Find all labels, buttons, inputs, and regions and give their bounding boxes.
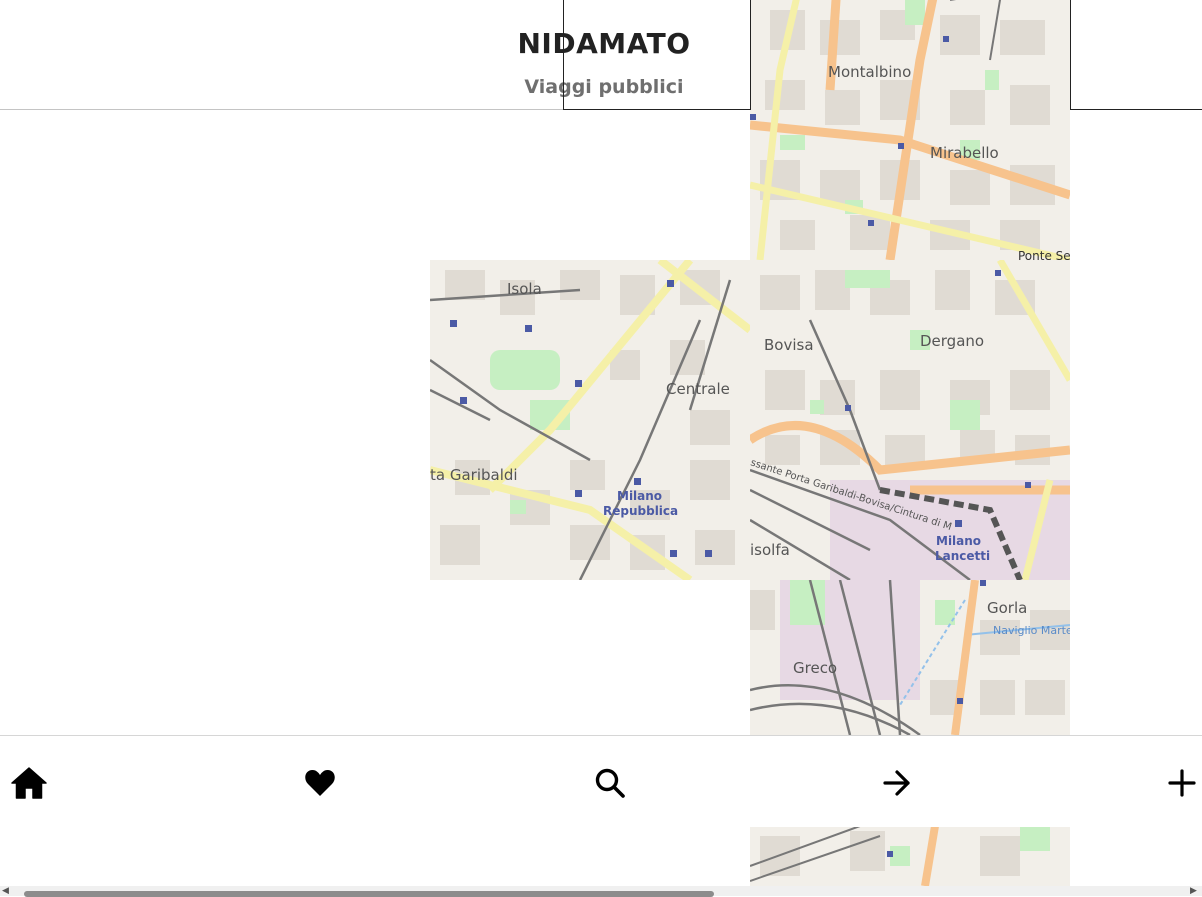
- map-tile-graphic: Greco Gorla Naviglio Marte: [750, 580, 1070, 735]
- map-tile-graphic: Montalbino Mirabello Ponte Se: [750, 0, 1070, 260]
- map-label-ponte-se: Ponte Se: [1018, 249, 1070, 260]
- map-tile-graphic: Isola Centrale ta Garibaldi Milano Repub…: [430, 260, 750, 580]
- map-label-isolfa: isolfa: [750, 541, 790, 559]
- home-icon: [11, 767, 47, 799]
- map-label-gorla: Gorla: [987, 599, 1027, 617]
- map-label-lancetti-line1: Milano: [936, 534, 981, 548]
- map-label-greco: Greco: [793, 659, 837, 677]
- map-label-centrale: Centrale: [666, 380, 730, 398]
- map-tile-graphic: Bovisa Dergano isolfa Milano Lancetti ss…: [750, 260, 1070, 580]
- map-label-mirabello: Mirabello: [930, 144, 999, 162]
- map-frame-right: [1070, 0, 1202, 110]
- map-label-lancetti-line2: Lancetti: [935, 549, 990, 563]
- map-tile-bovisa[interactable]: Bovisa Dergano isolfa Milano Lancetti ss…: [750, 260, 1070, 580]
- map-label-isola: Isola: [507, 280, 542, 298]
- map-label-dergano: Dergano: [920, 332, 984, 350]
- map-label-montalbino: Montalbino: [828, 63, 911, 81]
- plus-icon: [1168, 769, 1196, 797]
- nav-home-button[interactable]: [9, 763, 49, 803]
- nav-favorites-button[interactable]: [300, 763, 340, 803]
- horizontal-scrollbar[interactable]: ◀ ▶: [0, 886, 1202, 897]
- map-tile-lower[interactable]: [750, 826, 1070, 886]
- map-tile-montalbino[interactable]: Montalbino Mirabello Ponte Se: [750, 0, 1070, 260]
- map-label-naviglio: Naviglio Marte: [993, 624, 1070, 637]
- map-tile-isola[interactable]: Isola Centrale ta Garibaldi Milano Repub…: [430, 260, 750, 580]
- nav-forward-button[interactable]: [877, 763, 917, 803]
- heart-icon: [305, 770, 335, 796]
- scrollbar-thumb[interactable]: [24, 891, 714, 897]
- map-frame-left: [563, 0, 751, 110]
- scroll-right-icon[interactable]: ▶: [1190, 886, 1197, 896]
- nav-add-button[interactable]: [1162, 763, 1202, 803]
- map-tile-graphic: [750, 826, 1070, 886]
- map-label-repubblica-line1: Milano: [617, 489, 662, 503]
- map-tile-greco[interactable]: Greco Gorla Naviglio Marte: [750, 580, 1070, 735]
- map-label-repubblica-line2: Repubblica: [603, 504, 678, 518]
- search-icon: [595, 768, 625, 798]
- scroll-left-icon[interactable]: ◀: [2, 886, 9, 896]
- map-label-garibaldi: ta Garibaldi: [430, 466, 518, 484]
- arrow-right-icon: [883, 770, 910, 796]
- nav-search-button[interactable]: [590, 763, 630, 803]
- map-label-bovisa: Bovisa: [764, 336, 814, 354]
- bottom-nav: [0, 735, 1202, 827]
